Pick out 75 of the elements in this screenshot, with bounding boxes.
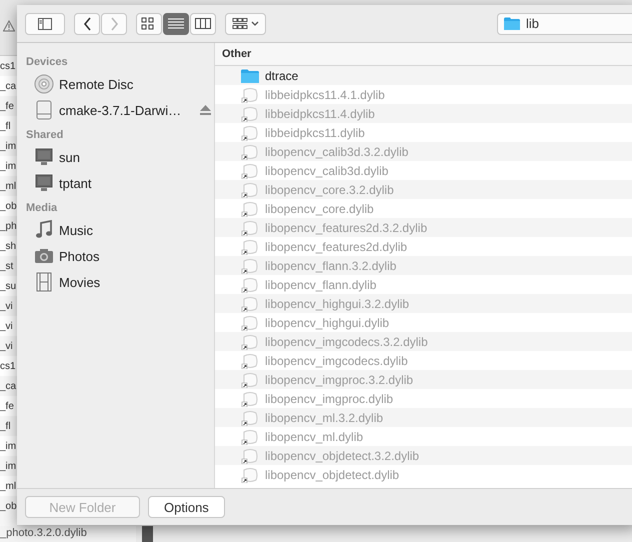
file-name: _im [0,460,16,472]
view-mode-button[interactable] [190,12,216,34]
file-name[interactable]: libopencv_calib3d.dylib [265,164,388,178]
file-name[interactable]: libbeidpkcs11.dylib [265,126,365,140]
drive-icon [34,100,54,120]
section-heading: Shared [25,128,64,143]
folder-icon [504,17,520,30]
file-name: _sh [0,240,16,252]
file-name: _vi [0,320,13,332]
file-name: _fl [0,420,11,432]
file-name[interactable]: libopencv_ml.dylib [265,430,364,444]
sidebar-toggle-button[interactable] [25,12,65,34]
disc-icon [34,74,54,94]
file-name[interactable]: libopencv_core.dylib [265,202,374,216]
file-name[interactable]: dtrace [265,68,298,82]
file-name: _fe [0,400,14,412]
columns-icon [195,17,211,30]
sidebar-item[interactable]: sun [17,144,214,170]
file-name: _ob [0,500,17,512]
file-name: _ob [0,200,17,212]
file-name[interactable]: libopencv_objdetect.dylib [265,468,400,482]
computer-icon [34,173,54,193]
back-button[interactable] [74,12,100,34]
file-name: cs1 [0,360,16,372]
location-popup[interactable]: lib [497,12,632,34]
sidebar-icon [38,18,52,30]
file-name: _im [0,440,16,452]
sidebar-item[interactable]: cmake-3.7.1-Darwi… [17,97,214,123]
file-name: _photo.3.2.0.dylib [0,526,136,542]
sidebar-item[interactable]: Music [17,217,214,243]
sidebar-item[interactable]: tptant [17,170,214,196]
file-name[interactable]: libopencv_flann.dylib [265,278,376,292]
file-name[interactable]: libopencv_imgcodecs.dylib [265,354,408,368]
file-name[interactable]: libopencv_features2d.dylib [265,240,408,254]
file-name[interactable]: libbeidpkcs11.4.dylib [265,106,375,120]
file-name: _fe [0,100,14,112]
file-name[interactable]: libbeidpkcs11.4.1.dylib [265,88,385,102]
list-icon [168,17,184,30]
sidebar-item[interactable]: Photos [17,243,214,269]
folder-icon [241,68,259,82]
music-note-icon [34,220,54,240]
file-name: _fl [0,120,11,132]
back-icon [82,16,92,30]
file-name: _su [0,280,16,292]
arrange-button[interactable] [225,12,266,34]
film-strip-icon [34,272,54,292]
forward-icon [108,16,120,30]
section-heading: Media [25,201,58,216]
eject-icon[interactable] [200,105,212,115]
file-name[interactable]: libopencv_highgui.dylib [265,316,390,330]
file-name: _vi [0,300,13,312]
file-name: _ph [0,220,17,232]
view-mode-button[interactable] [163,12,189,34]
view-mode-button[interactable] [136,12,162,34]
sidebar-item[interactable]: Remote Disc [17,71,214,97]
warning-icon [3,20,15,32]
section-heading: Devices [25,55,69,70]
computer-icon [34,147,54,167]
sidebar-item[interactable]: Movies [17,269,214,295]
file-name: _ml [0,480,16,492]
file-name: _ca [0,80,16,92]
column-header: Other [215,43,632,66]
file-name: cs1 [0,60,16,72]
arrange-icon [232,18,260,30]
file-name: _ca [0,380,16,392]
file-name: _vi [0,340,13,352]
file-name: _im [0,160,16,172]
file-name: _im [0,140,16,152]
file-name: _ml [0,180,16,192]
file-name: _st [0,260,14,272]
camera-icon [34,246,54,266]
file-name[interactable]: libopencv_imgproc.dylib [265,392,394,406]
alias-file-icon [241,466,259,482]
options-button[interactable]: Options [148,496,225,518]
scrollbar [142,526,153,542]
